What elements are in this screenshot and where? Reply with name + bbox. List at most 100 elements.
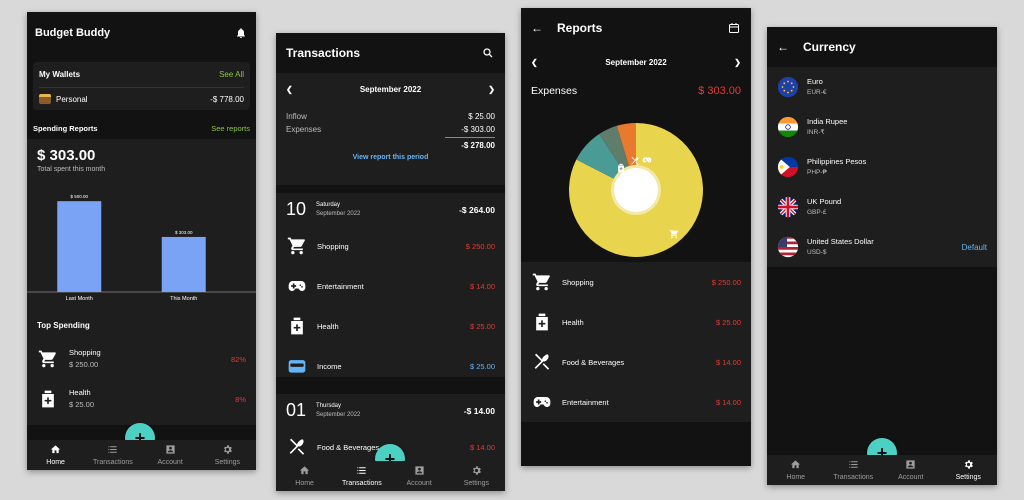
nav-account[interactable]: Account xyxy=(882,455,940,485)
wallets-card: My Wallets See All Personal -$ 778.00 xyxy=(33,62,250,110)
medkit-icon xyxy=(37,388,59,410)
bar-0 xyxy=(57,201,102,292)
nav-transactions[interactable]: Transactions xyxy=(333,461,390,491)
back-arrow-icon[interactable]: ← xyxy=(531,21,543,35)
reports-title: Reports xyxy=(557,21,603,35)
currency-code: GBP-£ xyxy=(807,208,827,216)
bell-icon[interactable] xyxy=(234,26,248,40)
currency-code: USD-$ xyxy=(807,248,827,256)
bottom-nav: Home Transactions Account Settings xyxy=(27,440,256,470)
currency-name: UK Pound xyxy=(807,196,842,206)
uk-flag-icon xyxy=(777,196,799,218)
nav-account[interactable]: Account xyxy=(142,440,199,470)
back-arrow-icon[interactable]: ← xyxy=(777,40,789,54)
bar-category-label: Last Month xyxy=(66,296,93,302)
reports-screen: ← Reports ❮ September 2022 ❯ Expenses $ … xyxy=(521,8,751,466)
report-category-row[interactable]: Shopping $ 250.00 xyxy=(521,262,751,302)
transaction-category: Entertainment xyxy=(317,281,364,291)
gear-icon xyxy=(471,465,482,478)
currency-screen: ← Currency Euro EUR-€ India Rupee INR-₹ Phil… xyxy=(767,27,997,485)
currency-name: Euro xyxy=(807,76,823,86)
currency-title: Currency xyxy=(803,40,856,54)
transaction-row[interactable]: Health $ 25.00 xyxy=(276,306,505,346)
nav-home[interactable]: Home xyxy=(276,461,333,491)
currency-row[interactable]: UK Pound GBP-£ xyxy=(767,187,997,227)
category-name: Shopping xyxy=(69,348,101,357)
nav-label: Transactions xyxy=(833,474,874,481)
transactions-appbar: Transactions xyxy=(276,33,505,73)
home-icon xyxy=(790,459,801,472)
top-spending-item[interactable]: Shopping $ 250.00 82% xyxy=(37,339,246,379)
top-spending-list: Shopping $ 250.00 82% Health $ 25.00 8% xyxy=(37,339,246,419)
month-label: September 2022 xyxy=(359,85,422,94)
gear-icon xyxy=(963,459,974,472)
report-category-row[interactable]: Food & Beverages $ 14.00 xyxy=(521,342,751,382)
nav-transactions[interactable]: Transactions xyxy=(825,455,883,485)
see-reports-link[interactable]: See reports xyxy=(211,124,250,133)
bar-data-label: $ 500.00 xyxy=(70,194,88,199)
prev-month-chevron-icon[interactable]: ❮ xyxy=(286,85,293,94)
transaction-row[interactable]: Entertainment $ 14.00 xyxy=(276,266,505,306)
category-percent: 82% xyxy=(230,354,246,364)
search-icon[interactable] xyxy=(481,46,495,60)
category-amount: $ 25.00 xyxy=(69,400,95,409)
group-weekday: Saturday xyxy=(316,202,341,209)
default-badge: Default xyxy=(961,242,987,252)
home-icon xyxy=(299,465,310,478)
wallet-row-personal[interactable]: Personal -$ 778.00 xyxy=(39,94,244,104)
report-category-name: Shopping xyxy=(562,277,594,287)
group-day: 01 xyxy=(286,400,307,420)
transaction-row[interactable]: Shopping $ 250.00 xyxy=(276,226,505,266)
top-spending-item[interactable]: Health $ 25.00 8% xyxy=(37,379,246,419)
next-month-chevron-icon[interactable]: ❯ xyxy=(734,58,741,67)
calendar-icon[interactable] xyxy=(727,21,741,35)
nav-label: Account xyxy=(898,474,924,481)
transaction-amount: $ 250.00 xyxy=(465,241,495,251)
prev-month-chevron-icon[interactable]: ❮ xyxy=(531,58,538,67)
wallet-amount: -$ 778.00 xyxy=(210,94,244,104)
nav-settings[interactable]: Settings xyxy=(940,455,998,485)
view-report-link[interactable]: View report this period xyxy=(286,154,495,161)
category-percent: 8% xyxy=(235,394,246,404)
nav-home[interactable]: Home xyxy=(27,440,84,470)
medkit-icon xyxy=(286,315,308,337)
report-category-row[interactable]: Entertainment $ 14.00 xyxy=(521,382,751,422)
nav-transactions[interactable]: Transactions xyxy=(84,440,141,470)
group-total: -$ 14.00 xyxy=(463,405,495,416)
net-amount: -$ 278.00 xyxy=(445,137,495,150)
next-month-chevron-icon[interactable]: ❯ xyxy=(488,85,495,94)
nav-settings[interactable]: Settings xyxy=(448,461,505,491)
bar-category-label: This Month xyxy=(170,296,197,302)
cart-icon xyxy=(37,348,59,370)
account-icon xyxy=(414,465,425,478)
category-name: Health xyxy=(69,388,91,397)
nav-home[interactable]: Home xyxy=(767,455,825,485)
medkit-icon xyxy=(531,311,553,333)
india-flag-icon xyxy=(777,116,799,138)
pie-center-hole xyxy=(614,168,658,212)
top-spending-title: Top Spending xyxy=(37,321,90,330)
currency-row[interactable]: India Rupee INR-₹ xyxy=(767,107,997,147)
nav-settings[interactable]: Settings xyxy=(199,440,256,470)
group-monthyear: September 2022 xyxy=(316,411,361,418)
currency-code: INR-₹ xyxy=(807,128,825,136)
nav-label: Account xyxy=(157,459,183,466)
report-category-name: Entertainment xyxy=(562,397,609,407)
expenses-label: Expenses xyxy=(531,85,578,97)
category-amount: $ 250.00 xyxy=(69,360,99,369)
report-category-row[interactable]: Health $ 25.00 xyxy=(521,302,751,342)
bottom-nav: Home Transactions Account Settings xyxy=(276,461,505,491)
list-icon xyxy=(356,465,367,478)
see-all-link[interactable]: See All xyxy=(219,70,244,79)
currency-row[interactable]: Euro EUR-€ xyxy=(767,67,997,107)
report-category-list: Shopping $ 250.00 Health $ 25.00 Food & Beve… xyxy=(521,262,751,422)
currency-row[interactable]: United States Dollar USD-$ Default xyxy=(767,227,997,267)
spending-card: $ 303.00 Total spent this month $ 500.00… xyxy=(27,139,256,425)
currency-row[interactable]: Philippines Pesos PHP-₱ xyxy=(767,147,997,187)
transactions-screen: Transactions ❮ September 2022 ❯ Inflow $ … xyxy=(276,33,505,491)
nav-account[interactable]: Account xyxy=(391,461,448,491)
nav-label: Home xyxy=(786,474,806,481)
bar-data-label: $ 303.00 xyxy=(175,230,193,235)
account-icon xyxy=(165,444,176,457)
group-total: -$ 264.00 xyxy=(459,204,495,215)
